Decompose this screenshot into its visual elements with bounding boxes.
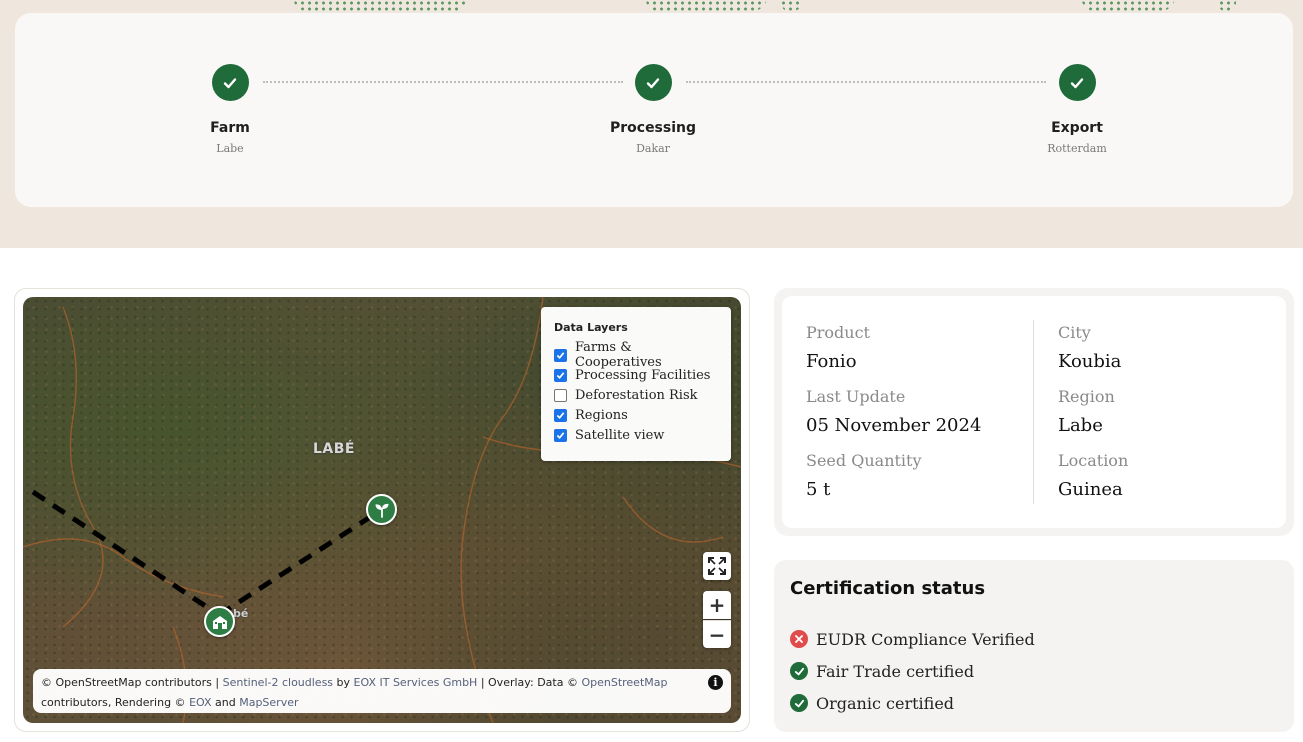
- certification-title: Certification status: [790, 578, 986, 599]
- product-details-card: Product Fonio Last Update 05 November 20…: [782, 296, 1286, 528]
- layer-deforestation[interactable]: Deforestation Risk: [554, 385, 718, 405]
- layer-label: Satellite view: [575, 427, 665, 443]
- attribution-link-eox-services[interactable]: EOX IT Services GmbH: [354, 676, 478, 689]
- detail-value: Guinea: [1058, 479, 1123, 500]
- check-circle-icon: [790, 694, 808, 712]
- step-title: Export: [1051, 120, 1103, 136]
- cert-item-organic: Organic certified: [790, 687, 1278, 719]
- layer-label: Processing Facilities: [575, 367, 711, 383]
- step-location: Rotterdam: [1047, 142, 1107, 155]
- decorative-dots: [292, 0, 468, 12]
- cert-item-fair-trade: Fair Trade certified: [790, 655, 1278, 687]
- map-panel: LABÉ bé Data Layers Farms & Cooperatives: [14, 288, 750, 732]
- column-divider: [1033, 320, 1034, 504]
- step-export: Export Rotterdam: [1002, 64, 1152, 155]
- layers-title: Data Layers: [554, 321, 628, 334]
- attribution-text: by: [333, 676, 354, 689]
- detail-label: Location: [1058, 451, 1129, 470]
- decorative-dots: [1080, 0, 1176, 12]
- data-layers-panel: Data Layers Farms & Cooperatives Process…: [541, 307, 731, 461]
- step-farm: Farm Labe: [155, 64, 305, 155]
- x-circle-icon: [790, 630, 808, 648]
- attribution-link-sentinel[interactable]: Sentinel-2 cloudless: [223, 676, 333, 689]
- info-icon[interactable]: i: [708, 675, 723, 690]
- checkbox-checked[interactable]: [554, 348, 567, 362]
- step-processing: Processing Dakar: [578, 64, 728, 155]
- checkbox-checked[interactable]: [554, 408, 567, 422]
- checkbox-unchecked[interactable]: [554, 388, 567, 402]
- attribution-text: and: [211, 696, 240, 709]
- attribution-text: |: [211, 676, 223, 689]
- attribution-text: | Overlay: Data ©: [477, 676, 582, 689]
- check-circle-icon: [790, 662, 808, 680]
- detail-label: City: [1058, 323, 1091, 342]
- cert-label: EUDR Compliance Verified: [816, 629, 1035, 649]
- step-connector: [263, 81, 623, 83]
- product-details-panel: Product Fonio Last Update 05 November 20…: [774, 288, 1294, 536]
- supply-chain-tracker: Farm Labe Processing Dakar Export Rotter…: [15, 13, 1293, 207]
- step-connector: [686, 81, 1046, 83]
- attribution-link-eox[interactable]: EOX: [189, 696, 211, 709]
- attribution-text: © OpenStreetMap contributors: [41, 676, 212, 689]
- checkbox-checked[interactable]: [554, 428, 567, 442]
- detail-value: 05 November 2024: [806, 415, 982, 436]
- layer-farms[interactable]: Farms & Cooperatives: [554, 340, 718, 370]
- check-icon: [634, 64, 672, 101]
- certification-panel: Certification status EUDR Compliance Ver…: [774, 560, 1294, 732]
- sprout-icon: [375, 503, 388, 518]
- farm-marker[interactable]: [366, 494, 397, 525]
- detail-value: 5 t: [806, 479, 831, 500]
- detail-label: Seed Quantity: [806, 451, 922, 470]
- detail-label: Product: [806, 323, 870, 342]
- checkbox-checked[interactable]: [554, 368, 567, 382]
- layer-label: Deforestation Risk: [575, 387, 698, 403]
- zoom-in-button[interactable]: +: [703, 591, 731, 619]
- detail-label: Region: [1058, 387, 1115, 406]
- map-town-label: bé: [233, 607, 249, 620]
- cert-label: Organic certified: [816, 693, 955, 713]
- decorative-dots: [1218, 0, 1236, 12]
- factory-icon: [212, 615, 227, 629]
- layer-satellite[interactable]: Satellite view: [554, 425, 718, 445]
- processing-marker[interactable]: [204, 606, 235, 637]
- cert-item-eudr: EUDR Compliance Verified: [790, 623, 1278, 655]
- layer-processing[interactable]: Processing Facilities: [554, 365, 718, 385]
- detail-value: Labe: [1058, 415, 1103, 436]
- cert-label: Fair Trade certified: [816, 661, 975, 681]
- detail-label: Last Update: [806, 387, 906, 406]
- check-icon: [211, 64, 249, 101]
- decorative-dots: [644, 0, 768, 12]
- attribution-link-osm[interactable]: OpenStreetMap: [581, 676, 667, 689]
- detail-value: Koubia: [1058, 351, 1122, 372]
- step-location: Labe: [216, 142, 244, 155]
- map-city-label: LABÉ: [313, 441, 355, 457]
- supply-chain-band: Farm Labe Processing Dakar Export Rotter…: [0, 0, 1303, 248]
- satellite-map[interactable]: LABÉ bé Data Layers Farms & Cooperatives: [23, 297, 741, 723]
- details-right-column: City Koubia Region Labe Location Guinea: [1058, 323, 1128, 515]
- attribution-link-mapserver[interactable]: MapServer: [239, 696, 298, 709]
- map-attribution: © OpenStreetMap contributors | Sentinel-…: [33, 669, 731, 713]
- layer-label: Regions: [575, 407, 628, 423]
- attribution-text: contributors, Rendering ©: [41, 696, 190, 709]
- fullscreen-icon: [708, 557, 726, 575]
- check-icon: [1058, 64, 1096, 101]
- layer-label: Farms & Cooperatives: [575, 340, 662, 370]
- detail-value: Fonio: [806, 351, 857, 372]
- layer-regions[interactable]: Regions: [554, 405, 718, 425]
- fullscreen-button[interactable]: [703, 552, 731, 580]
- step-location: Dakar: [636, 142, 670, 155]
- step-title: Processing: [609, 120, 697, 136]
- details-left-column: Product Fonio Last Update 05 November 20…: [806, 323, 981, 515]
- decorative-dots: [780, 0, 802, 12]
- step-title: Farm: [210, 120, 250, 136]
- zoom-out-button[interactable]: −: [703, 620, 731, 648]
